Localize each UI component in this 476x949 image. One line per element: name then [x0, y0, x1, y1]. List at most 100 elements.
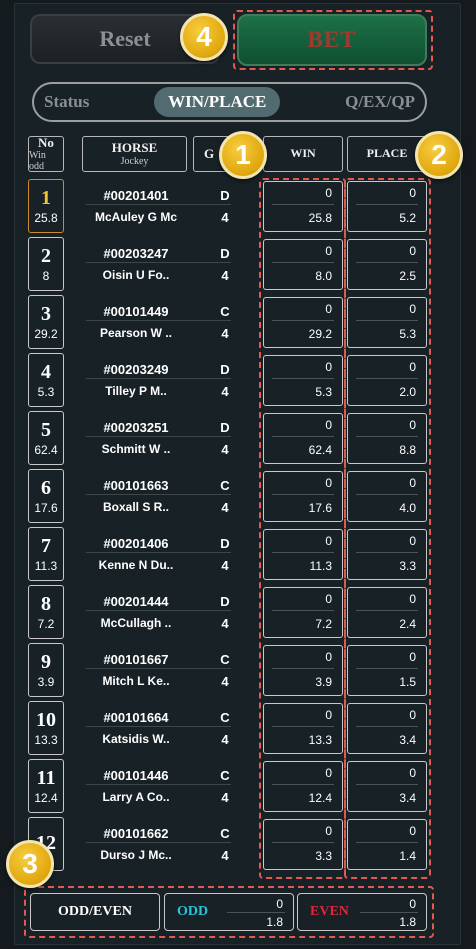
runner-number-box[interactable]: 10 13.3 — [28, 701, 64, 755]
place-bet-cell[interactable]: 0 3.3 — [347, 529, 427, 580]
even-bet-amount: 0 — [409, 897, 416, 911]
row-divider — [86, 726, 231, 727]
runner-number-box[interactable]: 7 11.3 — [28, 527, 64, 581]
win-bet-cell[interactable]: 0 12.4 — [263, 761, 343, 812]
runner-row: 12 #00101662 Durso J Mc.. C 4 0 3.3 0 1.… — [0, 817, 476, 872]
win-bet-amount: 0 — [325, 824, 332, 838]
runner-number-box[interactable]: 8 7.2 — [28, 585, 64, 639]
horse-grade: D — [220, 420, 230, 435]
win-odds: 3.9 — [315, 675, 332, 689]
win-cell-divider — [272, 668, 334, 669]
win-bet-cell[interactable]: 0 3.3 — [263, 819, 343, 870]
runner-number-box[interactable]: 2 8 — [28, 237, 64, 291]
win-bet-cell[interactable]: 0 5.3 — [263, 355, 343, 406]
horse-grade: C — [220, 826, 230, 841]
place-odds: 2.0 — [399, 385, 416, 399]
horse-grade: C — [220, 710, 230, 725]
place-bet-cell[interactable]: 0 8.8 — [347, 413, 427, 464]
tab-q-ex-qp[interactable]: Q/EX/QP — [345, 92, 415, 112]
place-bet-cell[interactable]: 0 4.0 — [347, 471, 427, 522]
runner-number: 5 — [41, 419, 51, 441]
header-no: No Win odd — [28, 134, 64, 172]
bet-type-tabs: Status WIN/PLACE Q/EX/QP — [32, 82, 427, 122]
horse-grade: D — [220, 246, 230, 261]
header-horse: HORSE Jockey — [82, 136, 187, 172]
runner-number: 4 — [41, 361, 51, 383]
runner-number-box[interactable]: 6 17.6 — [28, 469, 64, 523]
runner-number-box[interactable]: 1 25.8 — [28, 179, 64, 233]
row-divider — [86, 204, 231, 205]
horse-id: #00203249 — [103, 362, 169, 377]
horse-id: #00101449 — [103, 304, 169, 319]
even-bet-cell[interactable]: EVEN 0 1.8 — [297, 893, 427, 931]
runner-win-odd: 13.3 — [34, 733, 58, 747]
horse-grade-number: 4 — [221, 848, 229, 863]
place-cell-divider — [356, 204, 418, 205]
horse-grade: D — [220, 594, 230, 609]
runner-number: 1 — [41, 187, 51, 209]
jockey-name: Larry A Co.. — [102, 790, 170, 804]
win-bet-cell[interactable]: 0 29.2 — [263, 297, 343, 348]
win-bet-amount: 0 — [325, 302, 332, 316]
place-bet-cell[interactable]: 0 1.5 — [347, 645, 427, 696]
place-cell-divider — [356, 726, 418, 727]
runner-row: 10 13.3 #00101664 Katsidis W.. C 4 0 13.… — [0, 701, 476, 756]
win-bet-cell[interactable]: 0 17.6 — [263, 471, 343, 522]
place-cell-divider — [356, 262, 418, 263]
win-cell-divider — [272, 320, 334, 321]
header-no-label: No — [38, 134, 54, 150]
tab-status[interactable]: Status — [44, 92, 89, 112]
runner-number-box[interactable]: 5 62.4 — [28, 411, 64, 465]
step-badge-1: 1 — [219, 131, 267, 179]
horse-id: #00203251 — [103, 420, 169, 435]
jockey-name: McAuley G Mc — [94, 210, 178, 224]
runner-number-box[interactable]: 4 5.3 — [28, 353, 64, 407]
horse-grade-number: 4 — [221, 790, 229, 805]
win-bet-cell[interactable]: 0 3.9 — [263, 645, 343, 696]
runner-number-box[interactable]: 3 29.2 — [28, 295, 64, 349]
win-bet-cell[interactable]: 0 13.3 — [263, 703, 343, 754]
horse-grade-number: 4 — [221, 268, 229, 283]
runner-row: 3 29.2 #00101449 Pearson W .. C 4 0 29.2… — [0, 295, 476, 350]
place-bet-amount: 0 — [409, 302, 416, 316]
win-bet-cell[interactable]: 0 8.0 — [263, 239, 343, 290]
place-bet-cell[interactable]: 0 5.2 — [347, 181, 427, 232]
win-odds: 3.3 — [315, 849, 332, 863]
place-bet-cell[interactable]: 0 3.4 — [347, 761, 427, 812]
runner-number-box[interactable]: 9 3.9 — [28, 643, 64, 697]
bet-button[interactable]: BET — [237, 14, 427, 66]
win-cell-divider — [272, 726, 334, 727]
odd-bet-cell[interactable]: ODD 0 1.8 — [164, 893, 294, 931]
row-divider — [86, 842, 231, 843]
win-odds: 12.4 — [308, 791, 332, 805]
tab-win-place[interactable]: WIN/PLACE — [154, 87, 281, 117]
place-bet-cell[interactable]: 0 2.0 — [347, 355, 427, 406]
place-bet-cell[interactable]: 0 2.5 — [347, 239, 427, 290]
win-odds: 13.3 — [308, 733, 332, 747]
place-bet-cell[interactable]: 0 3.4 — [347, 703, 427, 754]
place-bet-amount: 0 — [409, 766, 416, 780]
horse-grade-number: 4 — [221, 384, 229, 399]
win-bet-amount: 0 — [325, 244, 332, 258]
win-bet-cell[interactable]: 0 25.8 — [263, 181, 343, 232]
win-bet-cell[interactable]: 0 62.4 — [263, 413, 343, 464]
row-divider — [86, 494, 231, 495]
place-bet-cell[interactable]: 0 5.3 — [347, 297, 427, 348]
horse-grade: C — [220, 652, 230, 667]
place-bet-cell[interactable]: 0 1.4 — [347, 819, 427, 870]
header-place-label: PLACE — [366, 146, 408, 161]
place-bet-cell[interactable]: 0 2.4 — [347, 587, 427, 638]
runner-row: 1 25.8 #00201401 McAuley G Mc D 4 0 25.8… — [0, 179, 476, 234]
runner-win-odd: 12.4 — [34, 791, 58, 805]
horse-grade-number: 4 — [221, 616, 229, 631]
win-bet-amount: 0 — [325, 766, 332, 780]
runner-number-box[interactable]: 11 12.4 — [28, 759, 64, 813]
row-divider — [86, 552, 231, 553]
step-badge-2: 2 — [415, 131, 463, 179]
header-win-label: WIN — [290, 146, 316, 161]
win-cell-divider — [272, 552, 334, 553]
win-bet-cell[interactable]: 0 11.3 — [263, 529, 343, 580]
place-bet-amount: 0 — [409, 186, 416, 200]
step-badge-4: 4 — [180, 13, 228, 61]
win-bet-cell[interactable]: 0 7.2 — [263, 587, 343, 638]
